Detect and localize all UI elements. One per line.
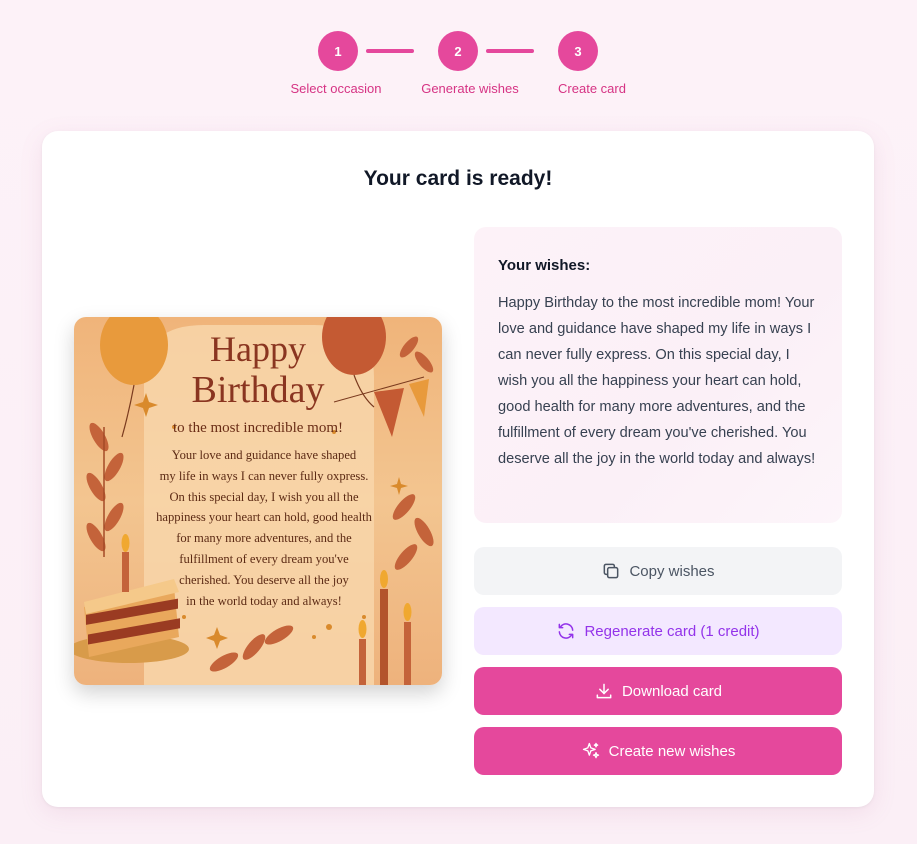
wishes-title: Your wishes: — [498, 257, 591, 274]
step-connector — [486, 49, 534, 53]
regenerate-card-button[interactable]: Regenerate card (1 credit) — [474, 607, 842, 655]
card-message-line: for many more adventures, and the — [176, 531, 352, 546]
step-connector — [366, 49, 414, 53]
step-3-label: Create card — [558, 81, 626, 96]
step-3-circle: 3 — [558, 31, 598, 71]
step-2-circle: 2 — [438, 31, 478, 71]
step-1-circle: 1 — [318, 31, 358, 71]
card-heading-happy: Happy — [210, 329, 306, 369]
create-new-wishes-label: Create new wishes — [608, 742, 736, 760]
page-title: Your card is ready! — [363, 167, 553, 190]
create-new-wishes-button[interactable]: Create new wishes — [474, 727, 842, 775]
regenerate-card-label: Regenerate card (1 credit) — [584, 622, 760, 640]
copy-wishes-button[interactable]: Copy wishes — [474, 547, 842, 595]
card-subheading: to the most incredible mom! — [173, 420, 343, 436]
birthday-card-image: Happy Birthday to the most incredible mo… — [74, 317, 442, 685]
card-message-line: my life in ways I can never fully oxpres… — [159, 468, 369, 483]
card-result-panel: Your card is ready! Happy Birthday to th… — [42, 131, 874, 807]
step-2-label: Generate wishes — [421, 81, 519, 96]
download-card-label: Download card — [621, 682, 723, 700]
card-message-line: On this special day, I wish you all the — [169, 489, 359, 504]
wishes-box: Your wishes: Happy Birthday to the most … — [474, 227, 842, 523]
download-card-button[interactable]: Download card — [474, 667, 842, 715]
progress-stepper: 1 2 3 Select occasion Generate wishes Cr… — [0, 31, 917, 101]
wishes-text: Happy Birthday to the most incredible mo… — [498, 295, 816, 467]
step-1-label: Select occasion — [290, 81, 382, 96]
card-message: Your love and guidance have shaped my li… — [136, 445, 392, 611]
sparkles-icon — [582, 742, 599, 759]
card-message-line: happiness your heart can hold, good heal… — [156, 510, 372, 525]
copy-icon — [604, 563, 619, 579]
card-message-line: cherished. You deserve all the joy — [179, 572, 349, 587]
copy-wishes-label: Copy wishes — [629, 562, 715, 580]
card-message-line: fulfillment of every dream you've — [179, 551, 349, 566]
download-icon — [596, 683, 612, 699]
card-heading-birthday: Birthday — [191, 369, 325, 411]
card-message-line: in the world today and always! — [186, 593, 342, 608]
card-message-line: Your love and guidance have shaped — [171, 448, 357, 462]
refresh-icon — [559, 623, 574, 639]
